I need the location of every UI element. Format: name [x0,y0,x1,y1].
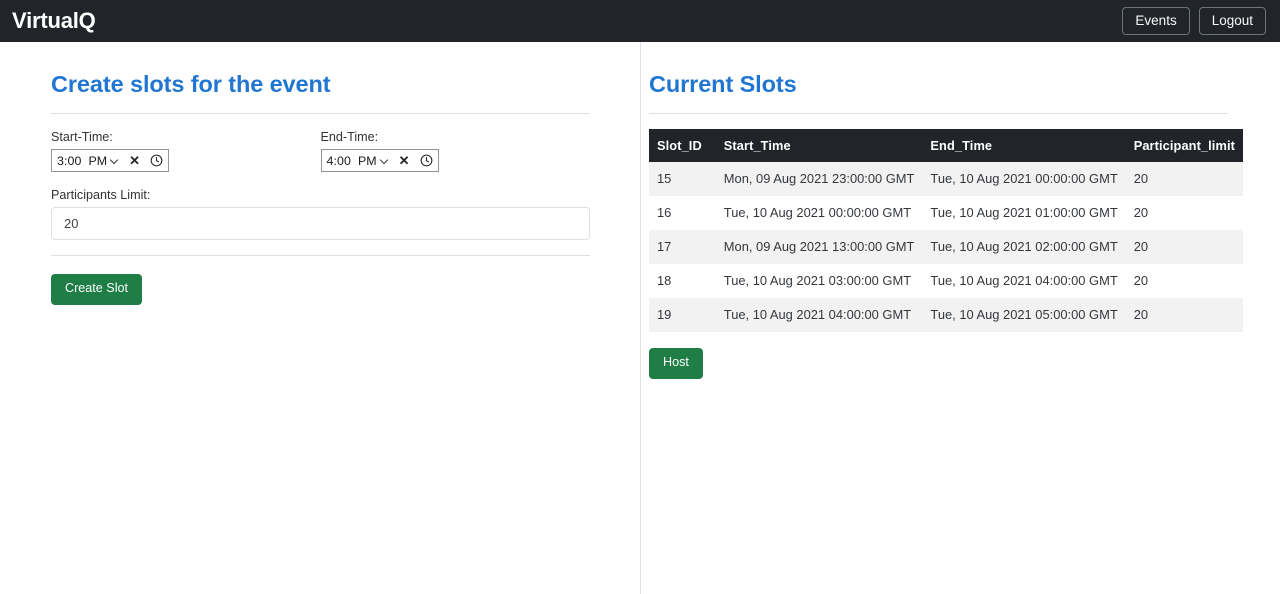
cell-start-time: Tue, 10 Aug 2021 04:00:00 GMT [709,298,923,333]
participants-label: Participants Limit: [51,188,151,203]
cell-participant-limit: 20 [1125,230,1243,265]
table-header-row: Slot_ID Start_Time End_Time Participant_… [649,129,1243,163]
column-header-end-time: End_Time [922,129,1126,163]
clear-icon[interactable]: ✕ [129,154,140,167]
clock-icon[interactable] [150,154,163,167]
end-time-input[interactable]: 4:00 PM ✕ [320,149,439,173]
end-time-value[interactable]: 4:00 [327,154,352,168]
cell-participant-limit: 20 [1125,162,1243,197]
cell-start-time: Tue, 10 Aug 2021 00:00:00 GMT [709,196,923,231]
current-slots-panel: Current Slots Slot_ID Start_Time End_Tim… [640,42,1280,594]
participants-field: Participants Limit: [51,188,590,241]
cell-slot-id: 17 [649,230,710,265]
host-button[interactable]: Host [649,348,703,380]
cell-slot-id: 19 [649,298,710,333]
start-time-input[interactable]: 3:00 PM ✕ [51,149,169,173]
table-row: 18 Tue, 10 Aug 2021 03:00:00 GMT Tue, 10… [649,264,1243,299]
start-time-value[interactable]: 3:00 [57,154,82,168]
chevron-down-icon[interactable] [111,156,118,165]
current-slots-title: Current Slots [649,71,797,97]
events-button[interactable]: Events [1122,6,1190,36]
cell-start-time: Tue, 10 Aug 2021 03:00:00 GMT [709,264,923,299]
cell-slot-id: 15 [649,162,710,197]
create-slot-button[interactable]: Create Slot [51,274,142,306]
logout-button[interactable]: Logout [1198,6,1266,36]
cell-end-time: Tue, 10 Aug 2021 02:00:00 GMT [922,230,1126,265]
cell-start-time: Mon, 09 Aug 2021 13:00:00 GMT [709,230,923,265]
slots-table-body: 15 Mon, 09 Aug 2021 23:00:00 GMT Tue, 10… [649,162,1243,333]
cell-participant-limit: 20 [1125,298,1243,333]
form-divider [51,255,590,257]
start-time-label: Start-Time: [51,130,113,145]
brand-logo[interactable]: VirtualQ [8,10,96,32]
slots-title-divider [649,113,1228,115]
cell-end-time: Tue, 10 Aug 2021 05:00:00 GMT [922,298,1126,333]
slots-table-head: Slot_ID Start_Time End_Time Participant_… [649,129,1243,163]
create-slots-panel: Create slots for the event Start-Time: 3… [0,42,640,594]
create-slots-title: Create slots for the event [51,71,331,97]
cell-slot-id: 16 [649,196,710,231]
time-fields-row: Start-Time: 3:00 PM ✕ End-Time: 4:00 PM … [51,130,591,173]
end-time-meridiem[interactable]: PM [358,154,377,168]
end-time-label: End-Time: [320,130,379,145]
table-row: 19 Tue, 10 Aug 2021 04:00:00 GMT Tue, 10… [649,298,1243,333]
start-time-field: Start-Time: 3:00 PM ✕ [51,130,321,173]
host-action: Host [649,348,1228,380]
cell-start-time: Mon, 09 Aug 2021 23:00:00 GMT [709,162,923,197]
top-navbar: VirtualQ Events Logout [0,0,1280,42]
clear-icon[interactable]: ✕ [399,154,410,167]
create-slot-action: Create Slot [51,274,590,306]
table-row: 17 Mon, 09 Aug 2021 13:00:00 GMT Tue, 10… [649,230,1243,265]
cell-participant-limit: 20 [1125,196,1243,231]
cell-slot-id: 18 [649,264,710,299]
page-body: Create slots for the event Start-Time: 3… [0,42,1280,594]
start-time-meridiem[interactable]: PM [89,154,108,168]
cell-end-time: Tue, 10 Aug 2021 00:00:00 GMT [922,162,1126,197]
navbar-actions: Events Logout [1122,6,1266,36]
slots-table: Slot_ID Start_Time End_Time Participant_… [649,129,1243,333]
column-header-start-time: Start_Time [709,129,923,163]
column-header-slot-id: Slot_ID [649,129,710,163]
cell-end-time: Tue, 10 Aug 2021 01:00:00 GMT [922,196,1126,231]
cell-participant-limit: 20 [1125,264,1243,299]
title-divider [51,113,590,115]
participants-limit-input[interactable] [51,207,590,241]
clock-icon[interactable] [420,154,433,167]
end-time-field: End-Time: 4:00 PM ✕ [320,130,591,173]
participants-row: Participants Limit: [51,188,590,241]
cell-end-time: Tue, 10 Aug 2021 04:00:00 GMT [922,264,1126,299]
table-row: 15 Mon, 09 Aug 2021 23:00:00 GMT Tue, 10… [649,162,1243,197]
column-header-participant-limit: Participant_limit [1125,129,1243,163]
chevron-down-icon[interactable] [381,156,388,165]
table-row: 16 Tue, 10 Aug 2021 00:00:00 GMT Tue, 10… [649,196,1243,231]
